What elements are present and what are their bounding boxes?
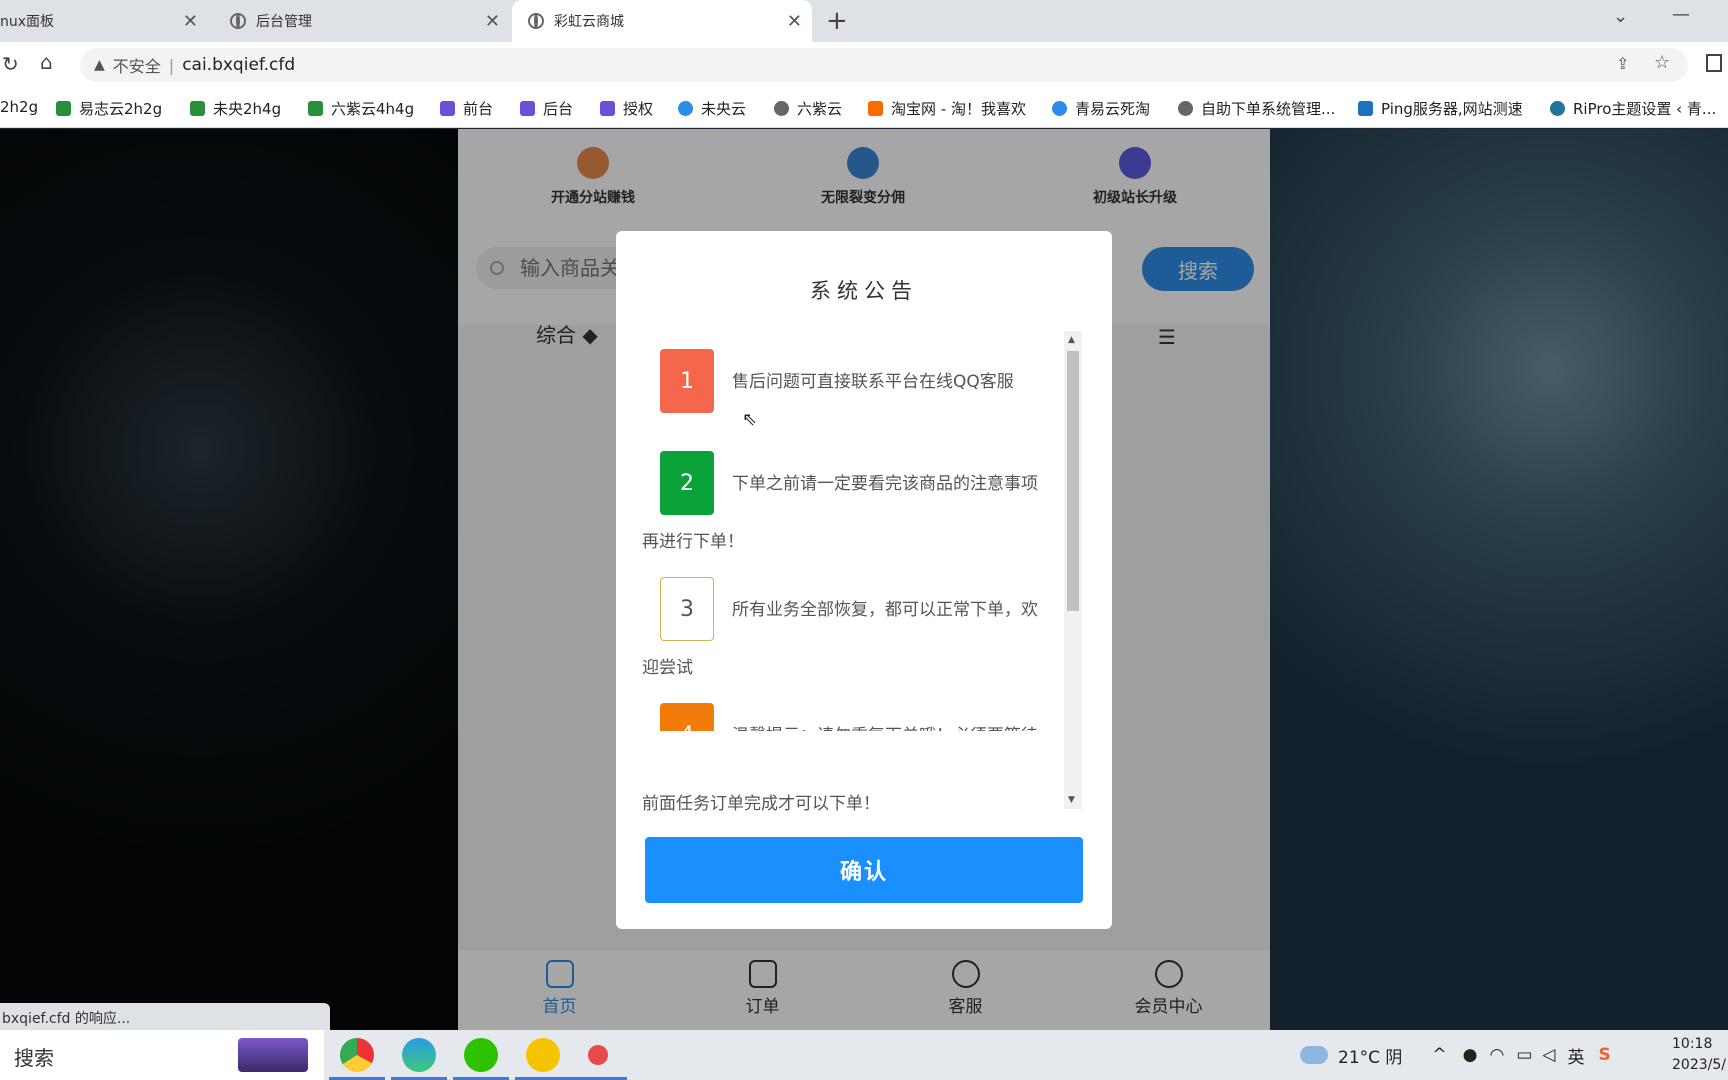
bookmark-item[interactable]: 自助下单系统管理... xyxy=(1178,98,1335,119)
bookmark-item[interactable]: 未央云 xyxy=(678,98,746,119)
record-icon[interactable] xyxy=(588,1045,608,1065)
close-icon[interactable]: ✕ xyxy=(787,11,802,32)
weather-text[interactable]: 21°C 阴 xyxy=(1338,1043,1402,1068)
app-icon xyxy=(520,101,535,116)
divider: | xyxy=(168,55,175,75)
ping-icon xyxy=(1358,101,1373,116)
star-icon[interactable]: ☆ xyxy=(1654,52,1670,73)
address-bar[interactable]: ▲ 不安全 | cai.bxqief.cfd ⇪ ☆ xyxy=(80,48,1688,82)
bookmark-item[interactable]: Ping服务器,网站测速 xyxy=(1358,98,1523,119)
cloud-icon xyxy=(678,101,693,116)
reload-icon[interactable]: ↻ xyxy=(2,52,19,76)
browser-toolbar: ↻ ⌂ ▲ 不安全 | cai.bxqief.cfd ⇪ ☆ xyxy=(0,42,1728,88)
speaker-icon[interactable]: ◁ xyxy=(1542,1045,1555,1065)
globe-icon xyxy=(528,13,544,29)
close-icon[interactable]: ✕ xyxy=(183,11,198,32)
globe-icon xyxy=(774,101,789,116)
scroll-up-icon[interactable]: ▲ xyxy=(1068,335,1075,345)
bookmarks-bar: 2h2g 易志云2h2g 未央2h4g 六紫云4h4g 前台 后台 授权 未央云… xyxy=(0,88,1728,128)
share-icon[interactable]: ⇪ xyxy=(1616,54,1629,73)
bookmark-item[interactable]: 2h2g xyxy=(0,98,38,116)
shield-icon xyxy=(308,101,323,116)
bookmark-item[interactable]: 易志云2h2g xyxy=(56,98,162,119)
notice-text-continued: 再进行下单！ xyxy=(642,532,744,552)
system-tray: 21°C 阴 ^ ● ◠ ▭ ◁ 英 S xyxy=(1300,1030,1611,1080)
taskbar-search[interactable]: 搜索 xyxy=(0,1030,324,1080)
bookmark-item[interactable]: 前台 xyxy=(440,98,493,119)
announcement-modal: 系统公告 1 售后问题可直接联系平台在线QQ客服 2 下单之前请一定要看完该商品… xyxy=(616,231,1112,929)
taskbar: 搜索 21°C 阴 ^ ● ◠ ▭ ◁ 英 S 10:18 2023/5/ xyxy=(0,1030,1728,1080)
tab-strip: nux面板 ✕ 后台管理 ✕ 彩虹云商城 ✕ + ⌄ — xyxy=(0,0,1728,42)
wifi-icon[interactable]: ◠ xyxy=(1490,1045,1505,1065)
edge-icon[interactable] xyxy=(402,1038,436,1072)
bookmark-item[interactable]: 未央2h4g xyxy=(190,98,281,119)
battery-icon[interactable]: ▭ xyxy=(1516,1045,1532,1065)
microphone-icon[interactable]: ● xyxy=(1463,1045,1478,1065)
bookmark-item[interactable]: 青易云死淘 xyxy=(1052,98,1150,119)
number-badge: 3 xyxy=(660,577,714,641)
number-badge: 4 xyxy=(660,703,714,731)
home-icon[interactable]: ⌂ xyxy=(40,50,53,74)
notice-text-continued: 迎尝试 xyxy=(642,658,693,678)
music-icon[interactable] xyxy=(526,1038,560,1072)
warning-icon: ▲ xyxy=(94,57,105,73)
notice-text: 所有业务全部恢复，都可以正常下单，欢 xyxy=(732,600,1038,620)
chrome-icon[interactable] xyxy=(340,1038,374,1072)
notice-text: 温馨提示：请勿重复下单哦！必须要等待 xyxy=(732,721,1038,731)
tab-admin[interactable]: 后台管理 ✕ xyxy=(214,0,510,42)
chevron-up-icon[interactable]: ^ xyxy=(1432,1045,1446,1065)
tab-panel[interactable]: nux面板 ✕ xyxy=(0,0,208,42)
scroll-thumb[interactable] xyxy=(1067,351,1079,611)
sogou-icon[interactable]: S xyxy=(1598,1045,1610,1065)
globe-icon xyxy=(1178,101,1193,116)
wechat-icon[interactable] xyxy=(464,1038,498,1072)
confirm-button[interactable]: 确认 xyxy=(645,837,1083,903)
shield-icon xyxy=(56,101,71,116)
clock-date: 2023/5/ xyxy=(1672,1057,1726,1073)
notice-list: 1 售后问题可直接联系平台在线QQ客服 2 下单之前请一定要看完该商品的注意事项… xyxy=(636,331,1056,731)
tab-title: 彩虹云商城 xyxy=(554,14,624,30)
url-text: cai.bxqief.cfd xyxy=(182,55,296,75)
new-tab-icon[interactable]: + xyxy=(826,6,848,36)
clock[interactable]: 10:18 2023/5/ xyxy=(1672,1034,1726,1076)
minimize-icon[interactable]: — xyxy=(1672,4,1690,25)
chevron-down-icon[interactable]: ⌄ xyxy=(1613,6,1628,27)
search-highlight-icon xyxy=(238,1038,308,1072)
clock-time: 10:18 xyxy=(1672,1036,1713,1052)
globe-icon xyxy=(230,13,246,29)
ime-indicator[interactable]: 英 xyxy=(1567,1043,1584,1068)
app-icon xyxy=(440,101,455,116)
bookmark-item[interactable]: 六紫云4h4g xyxy=(308,98,414,119)
sidebar-icon[interactable] xyxy=(1706,54,1722,72)
bookmark-item[interactable]: 六紫云 xyxy=(774,98,842,119)
notice-text: 售后问题可直接联系平台在线QQ客服 xyxy=(732,372,1014,392)
taobao-icon xyxy=(868,101,883,116)
tab-title: nux面板 xyxy=(0,14,55,30)
notice-text: 下单之前请一定要看完该商品的注意事项 xyxy=(732,474,1038,494)
status-bubble: bxqief.cfd 的响应... xyxy=(0,1003,330,1030)
scrollbar[interactable]: ▲ ▼ xyxy=(1064,331,1082,809)
bookmark-item[interactable]: RiPro主题设置 ‹ 青... xyxy=(1550,98,1716,119)
tab-title: 后台管理 xyxy=(256,14,312,30)
bookmark-item[interactable]: 后台 xyxy=(520,98,573,119)
insecure-label: 不安全 xyxy=(112,57,161,76)
cloud-icon xyxy=(1300,1046,1328,1064)
modal-title: 系统公告 xyxy=(810,279,918,303)
shield-icon xyxy=(190,101,205,116)
app-icon xyxy=(600,101,615,116)
taskbar-search-label: 搜索 xyxy=(14,1046,54,1070)
cursor-icon: ⇖ xyxy=(742,409,758,430)
number-badge: 1 xyxy=(660,349,714,413)
wordpress-icon xyxy=(1550,101,1565,116)
bookmark-item[interactable]: 授权 xyxy=(600,98,653,119)
close-icon[interactable]: ✕ xyxy=(485,11,500,32)
notice-text-continued: 前面任务订单完成才可以下单！ xyxy=(642,794,880,814)
number-badge: 2 xyxy=(660,451,714,515)
scroll-down-icon[interactable]: ▼ xyxy=(1068,795,1075,805)
tab-store[interactable]: 彩虹云商城 ✕ xyxy=(512,0,812,42)
bookmark-item[interactable]: 淘宝网 - 淘！我喜欢 xyxy=(868,98,1026,119)
cloud-icon xyxy=(1052,101,1067,116)
